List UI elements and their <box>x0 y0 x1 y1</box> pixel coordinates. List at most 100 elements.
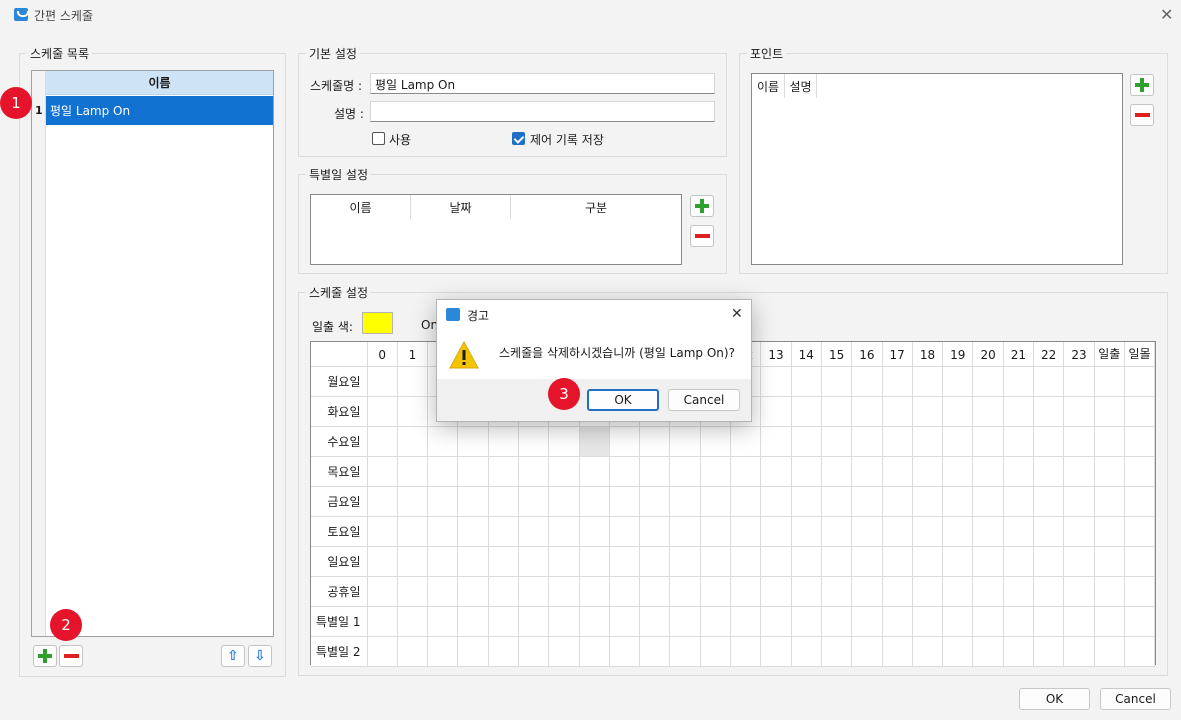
schedule-cell[interactable] <box>1063 605 1095 637</box>
points-table[interactable]: 이름 설명 <box>751 73 1123 265</box>
schedule-cell[interactable] <box>608 455 641 487</box>
schedule-cell[interactable] <box>1093 605 1125 637</box>
schedule-cell[interactable] <box>457 605 489 637</box>
schedule-cell[interactable] <box>972 395 1004 427</box>
cancel-button[interactable]: Cancel <box>1100 688 1171 710</box>
schedule-cell[interactable] <box>487 545 519 577</box>
schedule-cell[interactable] <box>1123 605 1156 637</box>
list-item[interactable]: 평일 Lamp On <box>46 96 273 125</box>
schedule-cell[interactable] <box>911 365 944 397</box>
schedule-cell[interactable] <box>851 635 883 667</box>
schedule-cell[interactable] <box>911 635 944 667</box>
schedule-cell[interactable] <box>457 515 489 547</box>
schedule-cell[interactable] <box>1063 575 1095 607</box>
schedule-cell[interactable] <box>972 425 1004 457</box>
schedule-name-field[interactable]: 평일 Lamp On <box>370 73 715 94</box>
schedule-cell[interactable] <box>851 455 883 487</box>
schedule-cell[interactable] <box>881 395 913 427</box>
schedule-cell[interactable] <box>972 575 1004 607</box>
schedule-cell[interactable] <box>972 455 1004 487</box>
schedule-cell[interactable] <box>1033 605 1065 637</box>
schedule-cell[interactable] <box>578 605 610 637</box>
schedule-cell[interactable] <box>1002 575 1035 607</box>
schedule-cell[interactable] <box>396 635 429 667</box>
schedule-cell[interactable] <box>548 635 580 667</box>
schedule-cell[interactable] <box>366 635 398 667</box>
schedule-cell[interactable] <box>942 365 974 397</box>
schedule-cell[interactable] <box>730 635 762 667</box>
schedule-cell[interactable] <box>730 575 762 607</box>
schedule-cell[interactable] <box>669 485 701 517</box>
special-col-name[interactable]: 이름 <box>311 195 411 219</box>
day-label[interactable]: 특별일 1 <box>311 605 368 637</box>
schedule-cell[interactable] <box>972 365 1004 397</box>
schedule-cell[interactable] <box>1123 365 1156 397</box>
schedule-cell[interactable] <box>457 455 489 487</box>
hour-header[interactable]: 17 <box>881 342 913 367</box>
schedule-cell[interactable] <box>578 455 610 487</box>
sunrise-color-swatch[interactable] <box>362 312 393 334</box>
schedule-cell[interactable] <box>1093 395 1125 427</box>
schedule-cell[interactable] <box>639 485 671 517</box>
schedule-cell[interactable] <box>699 485 732 517</box>
day-label[interactable]: 월요일 <box>311 365 368 397</box>
delete-schedule-button[interactable] <box>59 645 83 667</box>
schedule-cell[interactable] <box>790 395 822 427</box>
schedule-cell[interactable] <box>487 605 519 637</box>
hour-header[interactable]: 16 <box>851 342 883 367</box>
day-label[interactable]: 화요일 <box>311 395 368 427</box>
schedule-cell[interactable] <box>760 635 792 667</box>
schedule-cell[interactable] <box>730 425 762 457</box>
schedule-cell[interactable] <box>427 545 459 577</box>
schedule-cell[interactable] <box>730 605 762 637</box>
schedule-cell[interactable] <box>608 485 641 517</box>
schedule-cell[interactable] <box>760 395 792 427</box>
schedule-cell[interactable] <box>548 425 580 457</box>
schedule-cell[interactable] <box>548 545 580 577</box>
add-point-button[interactable] <box>1130 74 1154 96</box>
schedule-cell[interactable] <box>1093 635 1125 667</box>
schedule-cell[interactable] <box>790 635 822 667</box>
schedule-cell[interactable] <box>942 605 974 637</box>
schedule-cell[interactable] <box>1002 425 1035 457</box>
schedule-cell[interactable] <box>457 485 489 517</box>
schedule-cell[interactable] <box>911 605 944 637</box>
schedule-cell[interactable] <box>366 605 398 637</box>
schedule-cell[interactable] <box>608 425 641 457</box>
schedule-cell[interactable] <box>942 635 974 667</box>
schedule-cell[interactable] <box>517 635 550 667</box>
schedule-cell[interactable] <box>699 515 732 547</box>
day-label[interactable]: 특별일 2 <box>311 635 368 667</box>
schedule-cell[interactable] <box>851 575 883 607</box>
schedule-cell[interactable] <box>517 575 550 607</box>
schedule-cell[interactable] <box>1002 365 1035 397</box>
schedule-cell[interactable] <box>396 395 429 427</box>
schedule-cell[interactable] <box>457 425 489 457</box>
ok-button[interactable]: OK <box>1019 688 1090 710</box>
day-label[interactable]: 목요일 <box>311 455 368 487</box>
schedule-cell[interactable] <box>911 515 944 547</box>
schedule-cell[interactable] <box>881 425 913 457</box>
schedule-cell[interactable] <box>760 365 792 397</box>
use-checkbox[interactable] <box>372 132 385 145</box>
schedule-cell[interactable] <box>911 425 944 457</box>
schedule-cell[interactable] <box>608 515 641 547</box>
schedule-cell[interactable] <box>669 515 701 547</box>
move-up-button[interactable]: ⇧ <box>221 645 245 667</box>
hour-header[interactable]: 20 <box>972 342 1004 367</box>
schedule-cell[interactable] <box>396 365 429 397</box>
schedule-cell[interactable] <box>851 545 883 577</box>
schedule-cell[interactable] <box>548 605 580 637</box>
dialog-close-icon[interactable]: ✕ <box>731 306 743 322</box>
schedule-cell[interactable] <box>396 605 429 637</box>
schedule-cell[interactable] <box>851 485 883 517</box>
hour-header[interactable]: 일몰 <box>1123 342 1156 367</box>
schedule-cell[interactable] <box>881 605 913 637</box>
schedule-cell[interactable] <box>760 425 792 457</box>
schedule-cell[interactable] <box>639 635 671 667</box>
schedule-cell[interactable] <box>457 545 489 577</box>
schedule-cell[interactable] <box>1123 635 1156 667</box>
schedule-cell[interactable] <box>578 425 610 457</box>
schedule-cell[interactable] <box>1123 425 1156 457</box>
delete-point-button[interactable] <box>1130 104 1154 126</box>
